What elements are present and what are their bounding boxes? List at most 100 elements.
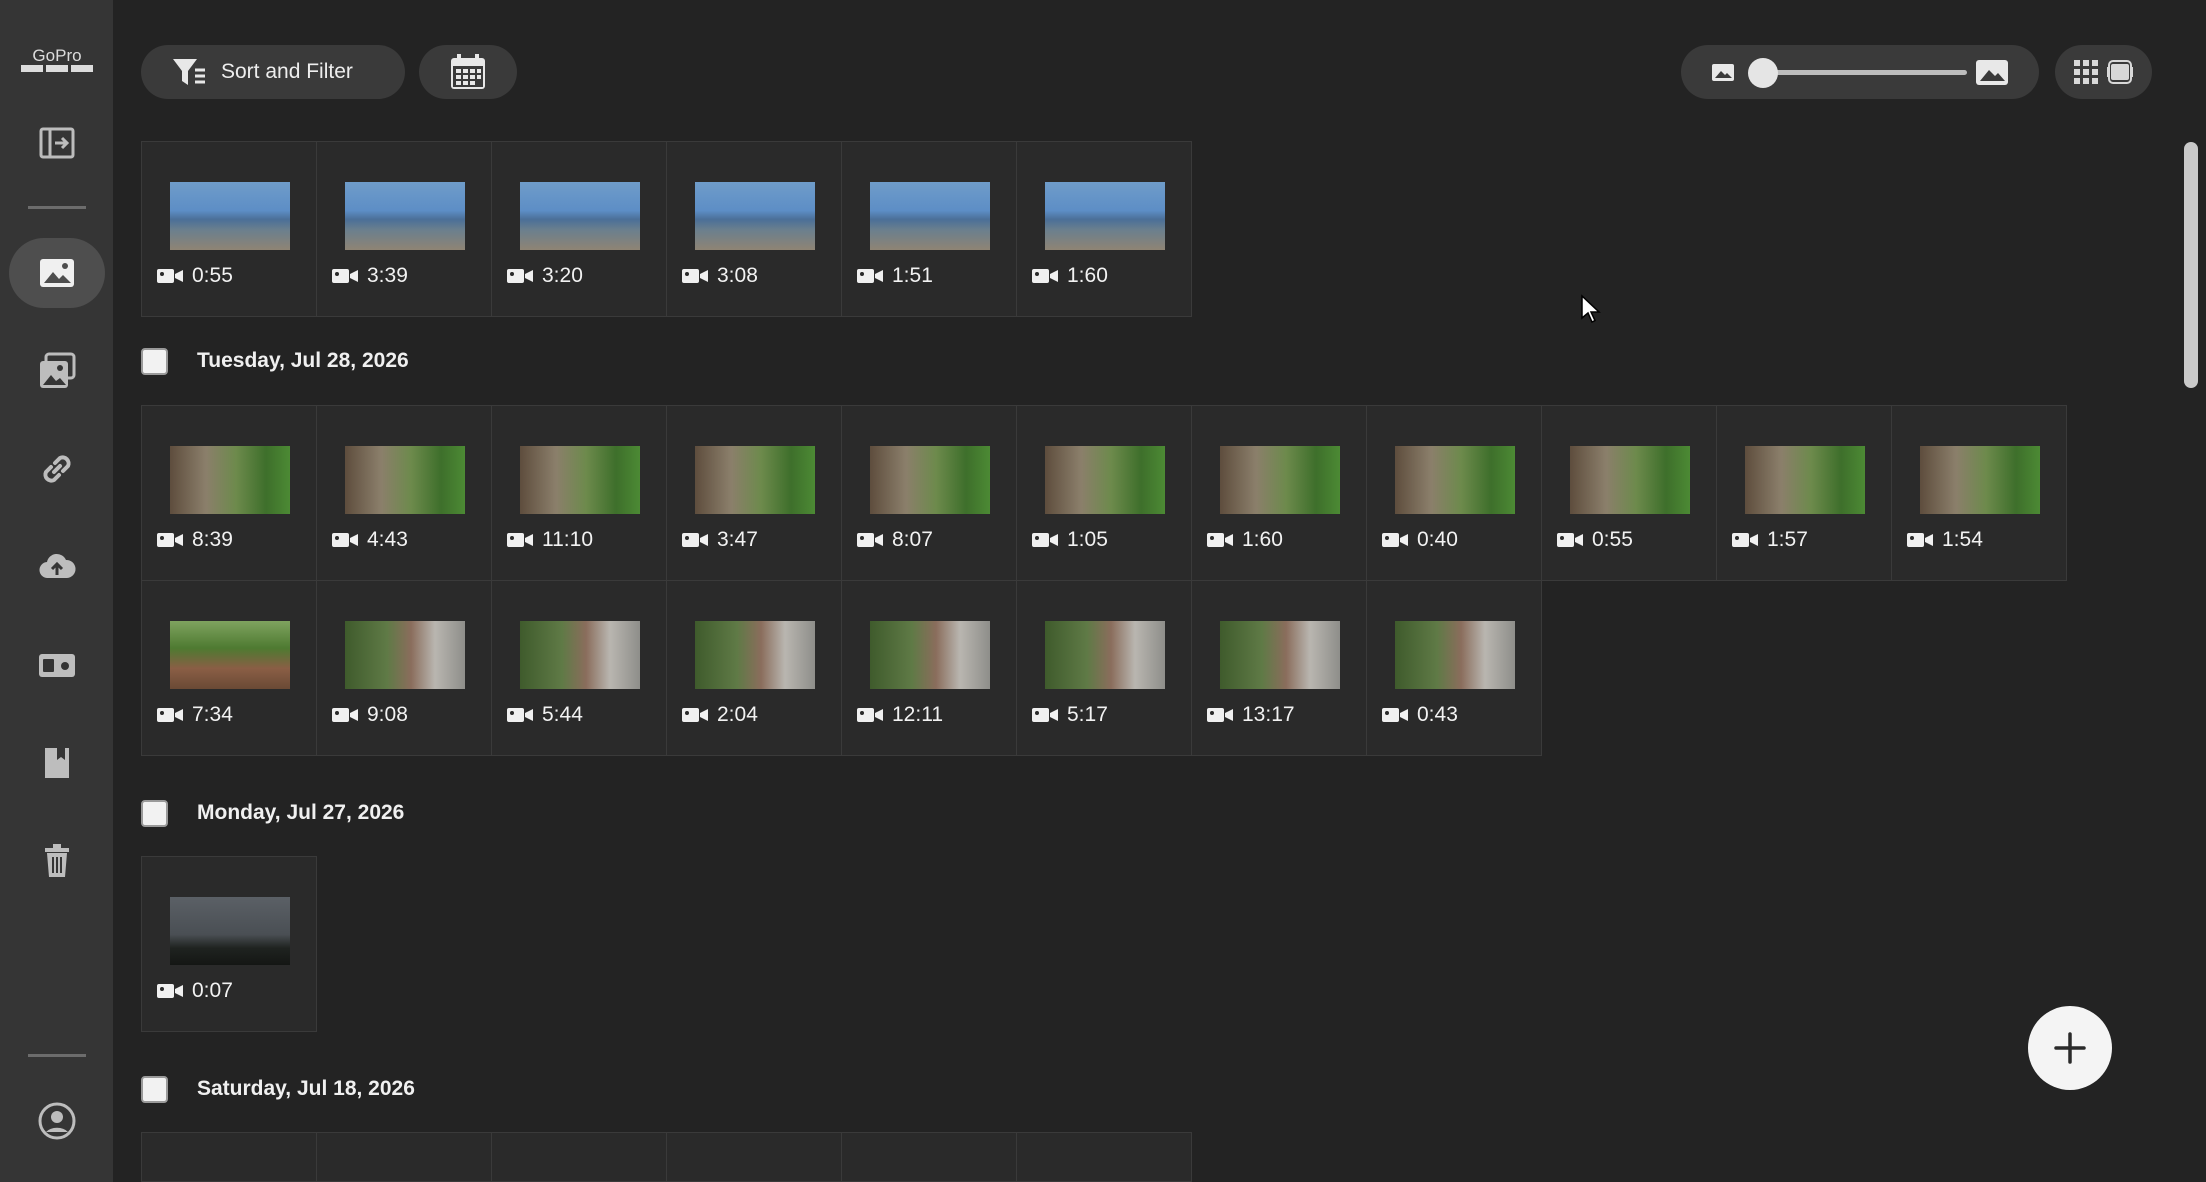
video-meta: 5:44 [506, 703, 583, 727]
grid-view-icon[interactable] [2073, 59, 2099, 85]
date-header-jul-27: Monday, Jul 27, 2026 [141, 798, 404, 828]
media-tile[interactable]: 8:07 [841, 405, 1017, 581]
add-button[interactable] [2028, 1006, 2112, 1090]
logo-text: GoPro [32, 46, 81, 65]
video-camera-icon [1382, 533, 1408, 547]
video-meta: 1:57 [1731, 528, 1808, 552]
media-tile[interactable]: 11:10 [491, 405, 667, 581]
media-tile[interactable]: 1:60 [1016, 141, 1192, 317]
media-tile[interactable]: 1:05 [1016, 405, 1192, 581]
media-tile[interactable]: 1:51 [841, 141, 1017, 317]
video-meta: 12:11 [856, 703, 943, 727]
video-duration: 8:39 [192, 528, 233, 551]
gopro-logo[interactable]: GoPro [20, 44, 94, 80]
media-tile[interactable]: 0:43 [1366, 580, 1542, 756]
video-duration: 1:60 [1067, 264, 1108, 287]
vertical-scrollbar[interactable] [2184, 142, 2198, 388]
media-tile[interactable]: 3:20 [491, 141, 667, 317]
media-tile[interactable] [841, 1132, 1017, 1182]
video-meta: 9:08 [331, 703, 408, 727]
media-tile[interactable]: 0:07 [141, 856, 317, 1032]
video-thumbnail [170, 897, 290, 965]
video-meta: 0:40 [1381, 528, 1458, 552]
video-thumbnail [1045, 446, 1165, 514]
video-camera-icon [332, 533, 358, 547]
video-thumbnail [870, 446, 990, 514]
slider-handle[interactable] [1748, 58, 1778, 88]
media-tile[interactable]: 1:57 [1716, 405, 1892, 581]
sidebar-toggle-button[interactable] [9, 108, 105, 178]
media-tile[interactable]: 9:08 [316, 580, 492, 756]
sort-filter-button[interactable]: Sort and Filter [141, 45, 405, 99]
media-tile[interactable] [141, 1132, 317, 1182]
video-duration: 0:43 [1417, 703, 1458, 726]
media-tile[interactable]: 8:39 [141, 405, 317, 581]
sidebar-item-account[interactable] [9, 1086, 105, 1156]
media-tile[interactable]: 3:08 [666, 141, 842, 317]
video-camera-icon [157, 533, 183, 547]
select-date-checkbox[interactable] [141, 1075, 168, 1103]
video-thumbnail [1395, 446, 1515, 514]
video-thumbnail [695, 446, 815, 514]
select-date-checkbox[interactable] [141, 347, 168, 375]
thumbnail-size-slider[interactable] [1757, 70, 1967, 75]
video-meta: 3:08 [681, 264, 758, 288]
video-camera-icon [682, 269, 708, 283]
date-header-jul-18: Saturday, Jul 18, 2026 [141, 1074, 415, 1104]
single-view-icon[interactable] [2106, 59, 2134, 85]
video-duration: 3:39 [367, 264, 408, 287]
media-tile[interactable]: 3:47 [666, 405, 842, 581]
video-camera-icon [1382, 708, 1408, 722]
video-camera-icon [157, 708, 183, 722]
date-label: Monday, Jul 27, 2026 [197, 801, 405, 824]
video-duration: 0:55 [192, 264, 233, 287]
media-tile[interactable]: 13:17 [1191, 580, 1367, 756]
media-tile[interactable]: 5:17 [1016, 580, 1192, 756]
video-meta: 3:20 [506, 264, 583, 288]
video-thumbnail [1045, 182, 1165, 250]
media-tile[interactable] [1016, 1132, 1192, 1182]
video-camera-icon [507, 533, 533, 547]
sidebar-item-albums[interactable] [9, 336, 105, 406]
media-tile[interactable]: 12:11 [841, 580, 1017, 756]
sidebar: GoPro [0, 0, 113, 1182]
video-meta: 5:17 [1031, 703, 1108, 727]
media-tile[interactable]: 3:39 [316, 141, 492, 317]
sidebar-item-links[interactable] [9, 434, 105, 504]
media-tile[interactable]: 1:54 [1891, 405, 2067, 581]
video-thumbnail [1395, 621, 1515, 689]
media-tile[interactable] [316, 1132, 492, 1182]
cloud-upload-icon [39, 553, 76, 579]
media-tile[interactable]: 4:43 [316, 405, 492, 581]
sidebar-item-devices[interactable] [9, 630, 105, 700]
media-tile[interactable]: 0:40 [1366, 405, 1542, 581]
video-duration: 0:40 [1417, 528, 1458, 551]
media-tile[interactable]: 1:60 [1191, 405, 1367, 581]
small-image-icon[interactable] [1711, 63, 1735, 82]
media-tile[interactable]: 0:55 [1541, 405, 1717, 581]
video-camera-icon [1732, 533, 1758, 547]
media-tile[interactable] [666, 1132, 842, 1182]
video-duration: 9:08 [367, 703, 408, 726]
video-duration: 1:05 [1067, 528, 1108, 551]
media-tile[interactable]: 2:04 [666, 580, 842, 756]
sidebar-item-tutorials[interactable] [9, 728, 105, 798]
media-tile[interactable]: 7:34 [141, 580, 317, 756]
media-tile[interactable]: 0:55 [141, 141, 317, 317]
trash-icon [45, 844, 69, 877]
filter-icon [173, 59, 205, 85]
sidebar-divider [28, 206, 86, 209]
video-camera-icon [332, 708, 358, 722]
media-tile[interactable] [491, 1132, 667, 1182]
select-date-checkbox[interactable] [141, 799, 168, 827]
video-camera-icon [682, 533, 708, 547]
video-duration: 3:47 [717, 528, 758, 551]
calendar-button[interactable] [419, 45, 517, 99]
video-thumbnail [695, 182, 815, 250]
media-tile[interactable]: 5:44 [491, 580, 667, 756]
video-meta: 1:51 [856, 264, 933, 288]
large-image-icon[interactable] [1975, 59, 2009, 86]
sidebar-item-upload[interactable] [9, 532, 105, 602]
sidebar-item-trash[interactable] [9, 826, 105, 896]
sidebar-item-media[interactable] [9, 238, 105, 308]
